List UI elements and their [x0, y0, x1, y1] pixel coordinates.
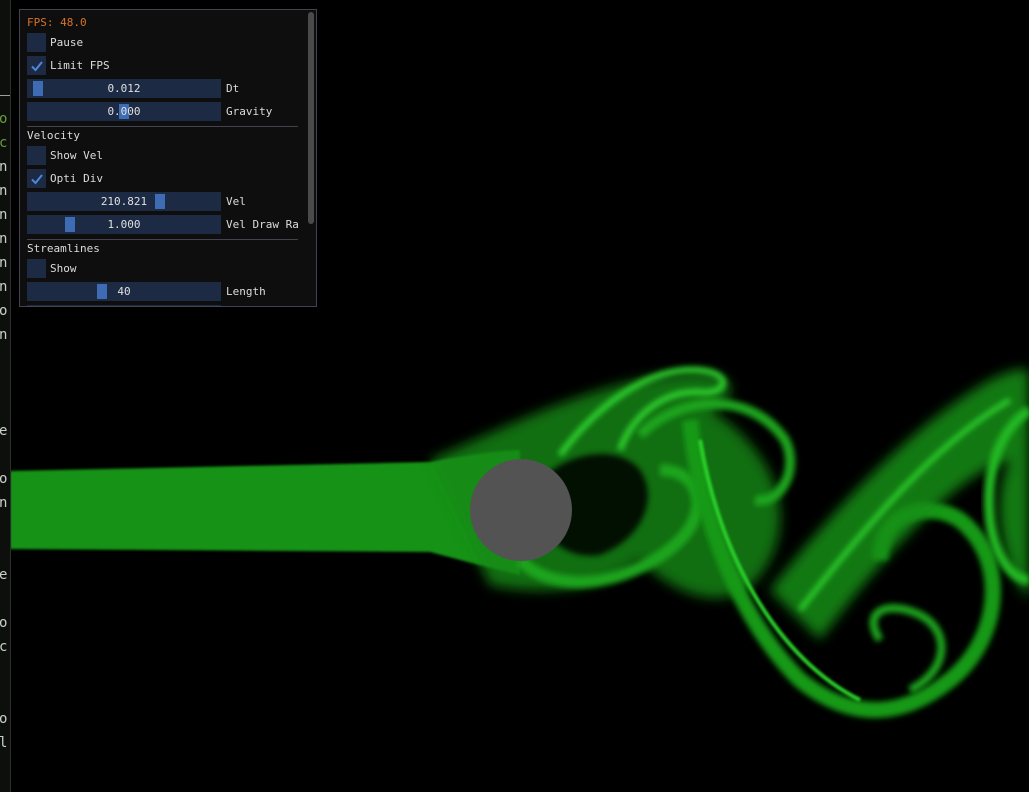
left-edge-text: c	[0, 640, 7, 654]
left-edge-text: n	[0, 328, 7, 342]
left-edge-text: e	[0, 424, 7, 438]
fps-counter: FPS: 48.0	[27, 16, 87, 29]
dt-slider[interactable]: 0.012	[27, 79, 221, 98]
length-slider[interactable]: 40	[27, 282, 221, 301]
slider-grab-handle[interactable]	[65, 217, 75, 232]
slider-grab-handle[interactable]	[155, 194, 165, 209]
show-vel-checkbox[interactable]	[27, 146, 46, 165]
vel-draw-range-value: 1.000	[107, 218, 141, 231]
pause-checkbox[interactable]	[27, 33, 46, 52]
limit-fps-checkbox[interactable]	[27, 56, 46, 75]
pause-checkbox-row[interactable]: Pause	[27, 33, 83, 52]
dt-label: Dt	[226, 82, 240, 95]
pause-label: Pause	[50, 36, 84, 49]
left-edge-text: o	[0, 304, 7, 318]
checkmark-icon	[30, 60, 43, 71]
left-edge-text: o	[0, 712, 7, 726]
left-edge-text: o	[0, 616, 7, 630]
left-edge-text: n	[0, 280, 7, 294]
vel-draw-range-slider-row[interactable]: 1.000 Vel Draw Ra	[27, 215, 299, 234]
left-edge-divider	[0, 95, 10, 96]
left-edge-text: n	[0, 184, 7, 198]
left-edge-text: o	[0, 472, 7, 486]
vel-label: Vel	[226, 195, 246, 208]
slider-grab-handle[interactable]	[32, 81, 43, 96]
left-edge-text: n	[0, 232, 7, 246]
checkmark-icon	[30, 173, 43, 184]
clipped-next-control	[27, 305, 221, 306]
left-edge-window: o c n n n n n n o n e o n e o c o l	[0, 0, 11, 792]
left-edge-text: e	[0, 568, 7, 582]
streamlines-section-header: Streamlines	[27, 242, 100, 255]
dt-value: 0.012	[107, 82, 141, 95]
gravity-slider[interactable]: 0.000	[27, 102, 221, 121]
left-edge-text: n	[0, 160, 7, 174]
show-vel-checkbox-row[interactable]: Show Vel	[27, 146, 103, 165]
length-label: Length	[226, 285, 266, 298]
control-panel[interactable]: FPS: 48.0 Pause Limit FPS 0.012 Dt 0.000…	[19, 9, 317, 307]
length-value: 40	[117, 285, 131, 298]
opti-div-label: Opti Div	[50, 172, 103, 185]
show-vel-label: Show Vel	[50, 149, 103, 162]
left-edge-text: n	[0, 208, 7, 222]
show-streamlines-label: Show	[50, 262, 77, 275]
separator	[27, 239, 298, 240]
left-edge-text: o	[0, 112, 7, 126]
cylinder-obstacle	[470, 459, 572, 561]
limit-fps-label: Limit FPS	[50, 59, 110, 72]
separator	[27, 126, 298, 127]
velocity-section-header: Velocity	[27, 129, 80, 142]
vel-slider-row[interactable]: 210.821 Vel	[27, 192, 246, 211]
gravity-slider-row[interactable]: 0.000 Gravity	[27, 102, 272, 121]
show-streamlines-checkbox[interactable]	[27, 259, 46, 278]
show-streamlines-checkbox-row[interactable]: Show	[27, 259, 77, 278]
opti-div-checkbox-row[interactable]: Opti Div	[27, 169, 103, 188]
slider-grab-handle[interactable]	[97, 284, 108, 299]
opti-div-checkbox[interactable]	[27, 169, 46, 188]
vel-value: 210.821	[100, 195, 148, 208]
left-edge-text: n	[0, 256, 7, 270]
vel-draw-range-slider[interactable]: 1.000	[27, 215, 221, 234]
gravity-label: Gravity	[226, 105, 273, 118]
left-edge-text: n	[0, 496, 7, 510]
panel-scrollbar[interactable]	[308, 12, 314, 224]
length-slider-row[interactable]: 40 Length	[27, 282, 266, 301]
left-edge-text: l	[0, 736, 7, 750]
vel-draw-range-label: Vel Draw Ra	[226, 218, 299, 231]
gravity-value: 0.000	[107, 105, 141, 118]
dt-slider-row[interactable]: 0.012 Dt	[27, 79, 239, 98]
left-edge-text: c	[0, 136, 7, 150]
vel-slider[interactable]: 210.821	[27, 192, 221, 211]
limit-fps-checkbox-row[interactable]: Limit FPS	[27, 56, 110, 75]
